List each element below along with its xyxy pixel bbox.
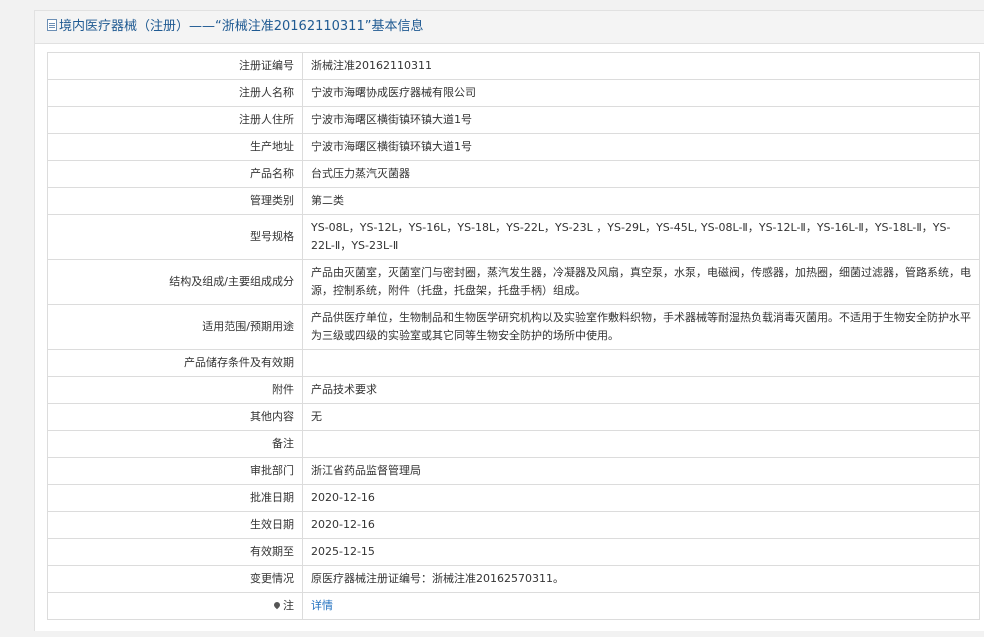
- row-value: 宁波市海曙协成医疗器械有限公司: [302, 79, 980, 107]
- row-value: 宁波市海曙区横街镇环镇大道1号: [302, 133, 980, 161]
- row-label: 批准日期: [47, 484, 303, 512]
- row-value: 第二类: [302, 187, 980, 215]
- row-value: 产品由灭菌室，灭菌室门与密封圈，蒸汽发生器，冷凝器及风扇，真空泵，水泵，电磁阀，…: [302, 259, 980, 305]
- row-label: 适用范围/预期用途: [47, 304, 303, 350]
- table-row: 备注: [47, 430, 980, 458]
- table-row: 批准日期 2020-12-16: [47, 484, 980, 512]
- row-label: 产品储存条件及有效期: [47, 349, 303, 377]
- table-row: 型号规格 YS-08L，YS-12L，YS-16L，YS-18L，YS-22L，…: [47, 214, 980, 260]
- row-label: 注册人名称: [47, 79, 303, 107]
- row-label: 变更情况: [47, 565, 303, 593]
- row-value: 2020-12-16: [302, 511, 980, 539]
- row-label: 结构及组成/主要组成成分: [47, 259, 303, 305]
- table-row: 其他内容 无: [47, 403, 980, 431]
- table-row: 注册人名称 宁波市海曙协成医疗器械有限公司: [47, 79, 980, 107]
- row-value: 详情: [302, 592, 980, 620]
- row-label: 附件: [47, 376, 303, 404]
- page-title: 境内医疗器械（注册）——“浙械注准20162110311”基本信息: [59, 19, 424, 34]
- table-row: 管理类别 第二类: [47, 187, 980, 215]
- table-row: 注册人住所 宁波市海曙区横街镇环镇大道1号: [47, 106, 980, 134]
- row-label: 产品名称: [47, 160, 303, 188]
- row-label: 管理类别: [47, 187, 303, 215]
- row-value: 产品技术要求: [302, 376, 980, 404]
- document-icon: [47, 19, 57, 31]
- row-value: 2025-12-15: [302, 538, 980, 566]
- row-label: 生效日期: [47, 511, 303, 539]
- row-value: 无: [302, 403, 980, 431]
- note-label: 注: [283, 599, 294, 612]
- table-row: 结构及组成/主要组成成分 产品由灭菌室，灭菌室门与密封圈，蒸汽发生器，冷凝器及风…: [47, 259, 980, 305]
- row-value: 产品供医疗单位，生物制品和生物医学研究机构以及实验室作敷料织物，手术器械等耐湿热…: [302, 304, 980, 350]
- row-value: 浙江省药品监督管理局: [302, 457, 980, 485]
- row-value: YS-08L，YS-12L，YS-16L，YS-18L，YS-22L，YS-23…: [302, 214, 980, 260]
- row-label: 备注: [47, 430, 303, 458]
- row-value: [302, 430, 980, 458]
- row-value: 原医疗器械注册证编号：浙械注准20162570311。: [302, 565, 980, 593]
- row-value: [302, 349, 980, 377]
- table-row: 生产地址 宁波市海曙区横街镇环镇大道1号: [47, 133, 980, 161]
- row-label: 有效期至: [47, 538, 303, 566]
- table-row: 产品储存条件及有效期: [47, 349, 980, 377]
- row-value: 2020-12-16: [302, 484, 980, 512]
- table-row: 变更情况 原医疗器械注册证编号：浙械注准20162570311。: [47, 565, 980, 593]
- row-label: 审批部门: [47, 457, 303, 485]
- row-label: 注册证编号: [47, 52, 303, 80]
- row-value: 台式压力蒸汽灭菌器: [302, 160, 980, 188]
- table-row: 注 详情: [47, 592, 980, 620]
- row-value: 浙械注准20162110311: [302, 52, 980, 80]
- table-row: 适用范围/预期用途 产品供医疗单位，生物制品和生物医学研究机构以及实验室作敷料织…: [47, 304, 980, 350]
- row-label-note: 注: [47, 592, 303, 620]
- pin-icon: [272, 600, 282, 610]
- table-row: 生效日期 2020-12-16: [47, 511, 980, 539]
- table-row: 产品名称 台式压力蒸汽灭菌器: [47, 160, 980, 188]
- panel-header: 境内医疗器械（注册）——“浙械注准20162110311”基本信息: [35, 11, 984, 44]
- row-label: 生产地址: [47, 133, 303, 161]
- details-link[interactable]: 详情: [311, 599, 333, 612]
- table-row: 审批部门 浙江省药品监督管理局: [47, 457, 980, 485]
- table-row: 附件 产品技术要求: [47, 376, 980, 404]
- row-label: 型号规格: [47, 214, 303, 260]
- table-row: 有效期至 2025-12-15: [47, 538, 980, 566]
- row-label: 其他内容: [47, 403, 303, 431]
- table-row: 注册证编号 浙械注准20162110311: [47, 52, 980, 80]
- info-panel: 境内医疗器械（注册）——“浙械注准20162110311”基本信息 注册证编号 …: [34, 10, 984, 631]
- row-value: 宁波市海曙区横街镇环镇大道1号: [302, 106, 980, 134]
- row-label: 注册人住所: [47, 106, 303, 134]
- info-table: 注册证编号 浙械注准20162110311 注册人名称 宁波市海曙协成医疗器械有…: [47, 52, 980, 620]
